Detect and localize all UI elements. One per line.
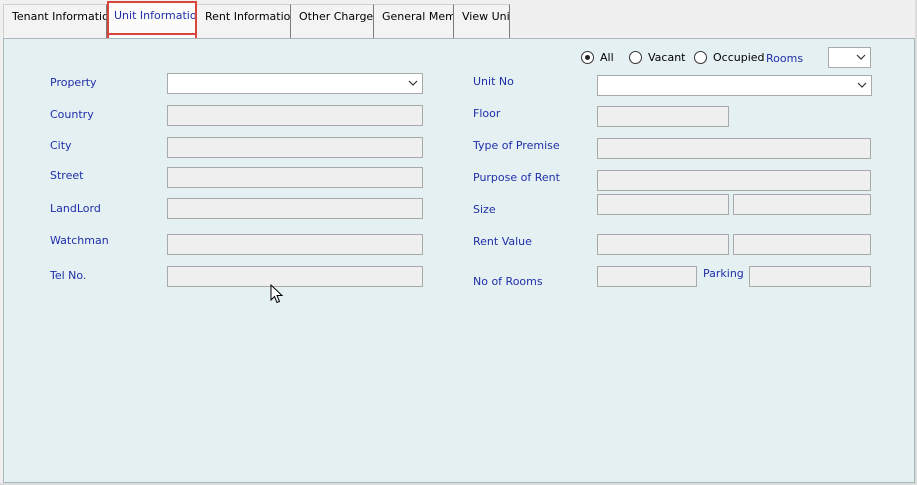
street-field[interactable] (167, 167, 423, 188)
size-label: Size (473, 203, 496, 216)
landlord-label: LandLord (50, 202, 101, 215)
floor-label: Floor (473, 107, 501, 120)
purpose-of-rent-label: Purpose of Rent (473, 171, 560, 184)
chevron-down-icon (408, 80, 418, 86)
watchman-label: Watchman (50, 234, 109, 247)
tab-label: View Unit (462, 10, 510, 23)
tab-unit-information[interactable]: Unit Information (107, 1, 197, 38)
country-label: Country (50, 108, 94, 121)
floor-field[interactable] (597, 106, 729, 127)
tab-label: Unit Information (114, 9, 197, 22)
active-tab-highlight (109, 33, 195, 35)
radio-vacant-indicator (629, 51, 642, 64)
radio-vacant[interactable]: Vacant (629, 51, 686, 64)
size-field-1[interactable] (597, 194, 729, 215)
no-of-rooms-field[interactable] (597, 266, 697, 287)
tel-label: Tel No. (50, 269, 87, 282)
property-dropdown[interactable] (167, 73, 423, 94)
no-of-rooms-label: No of Rooms (473, 275, 543, 288)
tab-label: Other Charges (299, 10, 374, 23)
property-label: Property (50, 76, 97, 89)
tab-view-unit[interactable]: View Unit (454, 4, 510, 38)
unit-no-dropdown[interactable] (597, 75, 872, 96)
rooms-label: Rooms (766, 52, 804, 65)
tab-other-charges[interactable]: Other Charges (291, 4, 374, 38)
tab-rent-information[interactable]: Rent Information (197, 4, 291, 38)
country-field[interactable] (167, 105, 423, 126)
radio-occupied-label: Occupied (713, 51, 765, 64)
radio-all[interactable]: All (581, 51, 614, 64)
landlord-field[interactable] (167, 198, 423, 219)
tab-label: General Memo (382, 10, 453, 23)
chevron-down-icon (857, 82, 867, 88)
tab-label: Tenant Information (12, 10, 107, 23)
mouse-pointer-icon (270, 284, 284, 304)
watchman-field[interactable] (167, 234, 423, 255)
tab-general-memo[interactable]: General Memo (374, 4, 454, 38)
street-label: Street (50, 169, 84, 182)
parking-label: Parking (703, 267, 744, 280)
city-field[interactable] (167, 137, 423, 158)
unit-information-panel: All Vacant Occupied Rooms Property Count… (3, 38, 915, 483)
tab-tenant-information[interactable]: Tenant Information (3, 4, 107, 38)
rent-value-field-1[interactable] (597, 234, 729, 255)
radio-occupied-indicator (694, 51, 707, 64)
radio-all-indicator (581, 51, 594, 64)
radio-all-label: All (600, 51, 614, 64)
chevron-down-icon (856, 54, 866, 60)
rent-value-label: Rent Value (473, 235, 532, 248)
purpose-of-rent-field[interactable] (597, 170, 871, 191)
unit-no-label: Unit No (473, 75, 514, 88)
tab-label: Rent Information (205, 10, 291, 23)
type-of-premise-field[interactable] (597, 138, 871, 159)
size-field-2[interactable] (733, 194, 871, 215)
city-label: City (50, 139, 72, 152)
type-of-premise-label: Type of Premise (473, 139, 560, 152)
parking-field[interactable] (749, 266, 871, 287)
rooms-dropdown[interactable] (828, 47, 871, 68)
tel-field[interactable] (167, 266, 423, 287)
radio-vacant-label: Vacant (648, 51, 686, 64)
radio-occupied[interactable]: Occupied (694, 51, 765, 64)
rent-value-field-2[interactable] (733, 234, 871, 255)
tab-strip: Tenant Information Unit Information Rent… (0, 0, 917, 38)
